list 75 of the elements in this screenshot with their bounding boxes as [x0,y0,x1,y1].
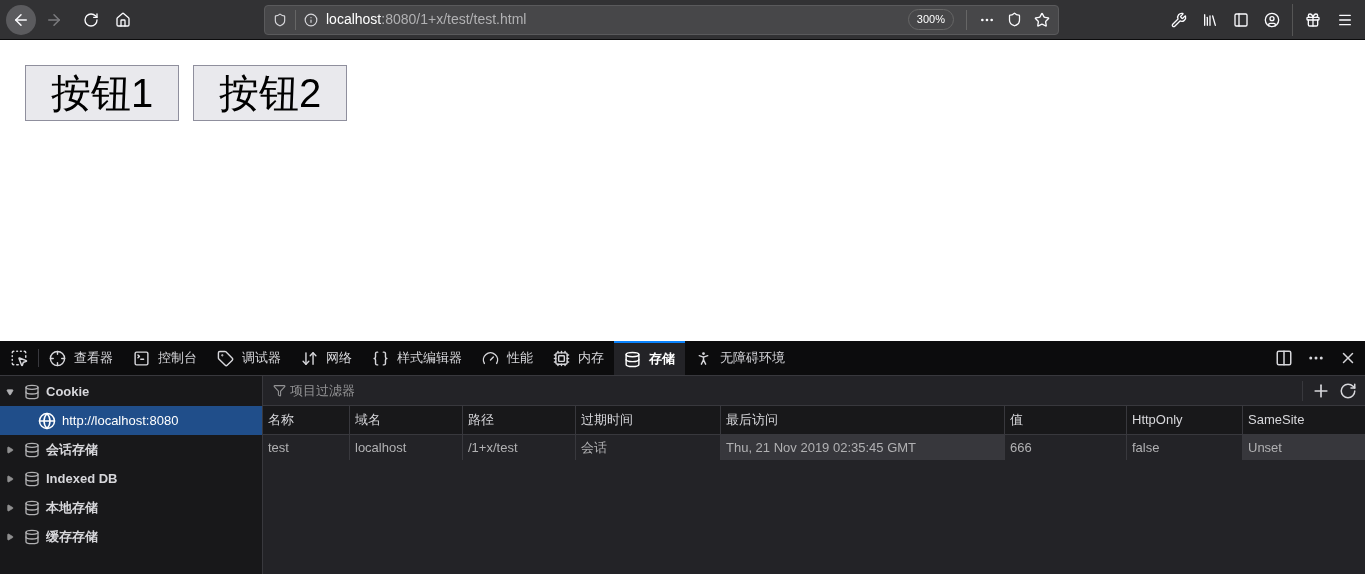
table-cell: 666 [1004,435,1126,460]
gauge-icon [482,349,499,367]
devtools-tab[interactable]: 查看器 [39,341,123,375]
storage-icon [24,383,40,400]
star-icon[interactable] [1034,11,1050,28]
braces-icon [372,349,389,367]
gift-icon[interactable] [1305,11,1321,28]
home-icon[interactable] [115,11,131,28]
filter-field[interactable]: 项目过滤器 [290,380,466,401]
storage-icon [24,499,40,516]
devtools-tab[interactable]: 调试器 [207,341,291,375]
account-icon[interactable] [1264,11,1280,28]
devtools-tab[interactable]: 性能 [472,341,543,375]
url-path: :8080/1+x/test/test.html [381,11,527,27]
shield-icon[interactable] [273,12,287,27]
page-button[interactable]: 按钮1 [25,65,179,121]
table-cell: localhost [349,435,462,460]
column-header[interactable]: 域名 [349,406,462,434]
arrows-icon [301,349,318,367]
column-header[interactable]: 路径 [462,406,575,434]
tag-icon [217,349,234,367]
chip-icon [553,349,570,367]
url-host: localhost [326,11,382,27]
table-cell: Unset [1242,435,1365,460]
column-header[interactable]: 值 [1004,406,1126,434]
column-header[interactable]: HttpOnly [1126,406,1242,434]
library-icon[interactable] [1202,11,1218,28]
devtools-tab[interactable]: 无障碍环境 [685,341,795,375]
storage-icon [24,528,40,545]
wrench-icon[interactable] [1171,11,1187,28]
column-header[interactable]: 最后访问 [720,406,1004,434]
table-cell: /1+x/test [462,435,575,460]
tree-item[interactable]: 缓存存储 [0,522,262,551]
globe-icon [38,411,56,430]
page-button[interactable]: 按钮2 [193,65,347,121]
tree-label: http://localhost:8080 [62,411,179,430]
crosshair-icon [49,349,66,367]
info-icon[interactable] [304,12,318,27]
collapsed-caret-icon[interactable] [6,445,14,454]
devtools-tab[interactable]: 网络 [291,341,362,375]
refresh-icon[interactable] [1339,381,1357,400]
tree-label: 会话存储 [46,440,98,459]
devtools-tab[interactable]: 内存 [543,341,614,375]
picker-icon[interactable] [10,349,28,367]
devtools-tab[interactable]: 控制台 [123,341,207,375]
storage-icon [24,441,40,458]
tree-item[interactable]: 本地存储 [0,493,262,522]
url-bar[interactable]: localhost:8080/1+x/test/test.html 300% [264,4,1059,35]
storage-icon [24,470,40,487]
reload-icon[interactable] [83,11,99,28]
sidebar-icon[interactable] [1233,11,1249,28]
tree-item[interactable]: Cookie [0,377,262,406]
dock-icon[interactable] [1275,349,1293,367]
column-header[interactable]: SameSite [1242,406,1365,434]
column-header[interactable]: 名称 [263,406,349,434]
devtools-tab[interactable]: 样式编辑器 [362,341,472,375]
tree-label: 本地存储 [46,498,98,517]
column-header[interactable]: 过期时间 [575,406,720,434]
tree-item[interactable]: http://localhost:8080 [0,406,262,435]
tree-item[interactable]: 会话存储 [0,435,262,464]
expanded-caret-icon[interactable] [6,387,14,396]
collapsed-caret-icon[interactable] [6,503,14,512]
devtools-tab[interactable]: 存储 [614,341,685,375]
tree-label: Cookie [46,382,90,401]
tree-item[interactable]: Indexed DB [0,464,262,493]
collapsed-caret-icon[interactable] [6,532,14,541]
collapsed-caret-icon[interactable] [6,474,14,483]
tree-label: 缓存存储 [46,527,98,546]
table-cell: Thu, 21 Nov 2019 02:35:45 GMT [720,435,1004,460]
table-cell-text: test [267,438,290,457]
storage-icon [624,350,641,368]
back-button[interactable] [6,4,36,35]
terminal-icon [133,349,150,367]
tree-label: Indexed DB [46,469,118,488]
filter-icon [273,384,286,397]
